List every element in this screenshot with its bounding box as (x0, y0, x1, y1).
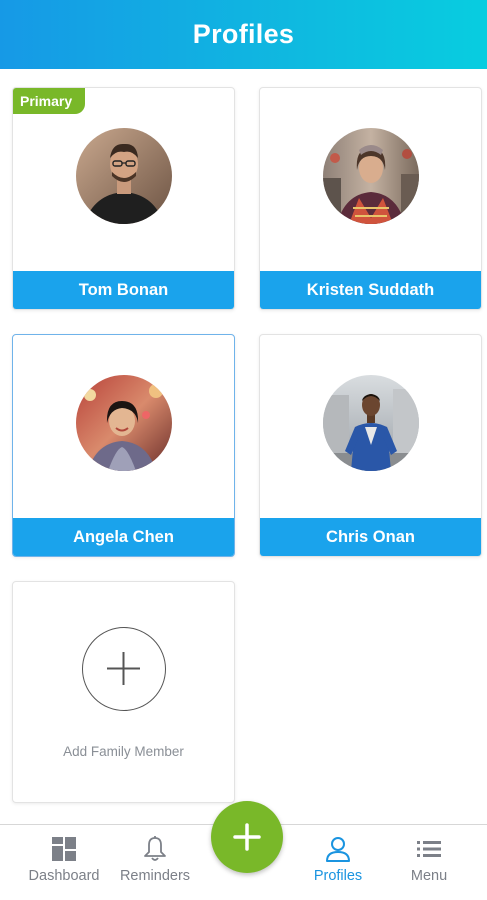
tab-menu[interactable]: Menu (384, 825, 474, 900)
profile-card-chris-onan[interactable]: Chris Onan (259, 334, 482, 557)
tab-reminders[interactable]: Reminders (110, 825, 200, 900)
profile-name: Chris Onan (260, 518, 481, 556)
menu-icon (417, 841, 441, 857)
tab-label: Dashboard (28, 868, 100, 884)
person-icon (326, 837, 350, 862)
add-member-button[interactable] (82, 627, 166, 711)
tab-label: Menu (410, 868, 448, 884)
avatar (76, 128, 172, 224)
avatar (76, 375, 172, 471)
dashboard-icon (52, 837, 76, 861)
profiles-grid: Primary Tom Bonan Kristen Suddath Angela… (0, 69, 487, 824)
tab-dashboard[interactable]: Dashboard (19, 825, 109, 900)
add-member-label: Add Family Member (63, 744, 184, 759)
profile-card-angela-chen[interactable]: Angela Chen (12, 334, 235, 557)
avatar (323, 128, 419, 224)
tab-profiles[interactable]: Profiles (293, 825, 383, 900)
profile-card-kristen-suddath[interactable]: Kristen Suddath (259, 87, 482, 310)
bell-icon (144, 836, 166, 861)
add-family-member-card[interactable]: Add Family Member (12, 581, 235, 803)
primary-badge: Primary (13, 88, 85, 114)
profile-card-tom-bonan[interactable]: Primary Tom Bonan (12, 87, 235, 310)
avatar (323, 375, 419, 471)
tab-label: Profiles (313, 868, 363, 884)
add-fab-button[interactable] (211, 801, 283, 873)
profile-name: Tom Bonan (13, 271, 234, 309)
page-title: Profiles (192, 19, 295, 49)
tab-label: Reminders (119, 868, 191, 884)
profile-name: Kristen Suddath (260, 271, 481, 309)
app-header: Profiles (0, 0, 487, 69)
profile-name: Angela Chen (13, 518, 234, 556)
plus-icon (107, 652, 140, 685)
plus-icon (233, 823, 261, 851)
